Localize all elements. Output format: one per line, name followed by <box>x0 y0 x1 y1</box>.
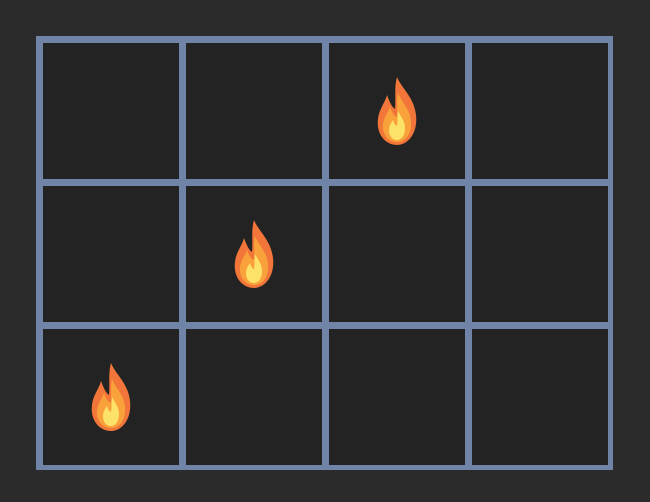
fire-icon <box>91 363 131 431</box>
grid-cell-r1-c1[interactable] <box>186 186 322 322</box>
grid-cell-r0-c2[interactable] <box>329 43 465 179</box>
fire-icon <box>377 77 417 145</box>
grid-cell-r1-c0[interactable] <box>43 186 179 322</box>
grid-cell-r2-c3[interactable] <box>472 329 608 465</box>
grid-cell-r2-c1[interactable] <box>186 329 322 465</box>
fire-icon <box>234 220 274 288</box>
game-board <box>36 36 613 470</box>
grid-cell-r0-c3[interactable] <box>472 43 608 179</box>
grid-cell-r0-c1[interactable] <box>186 43 322 179</box>
grid-cell-r1-c3[interactable] <box>472 186 608 322</box>
grid-cell-r2-c2[interactable] <box>329 329 465 465</box>
grid-cell-r0-c0[interactable] <box>43 43 179 179</box>
grid-cell-r2-c0[interactable] <box>43 329 179 465</box>
grid-cell-r1-c2[interactable] <box>329 186 465 322</box>
